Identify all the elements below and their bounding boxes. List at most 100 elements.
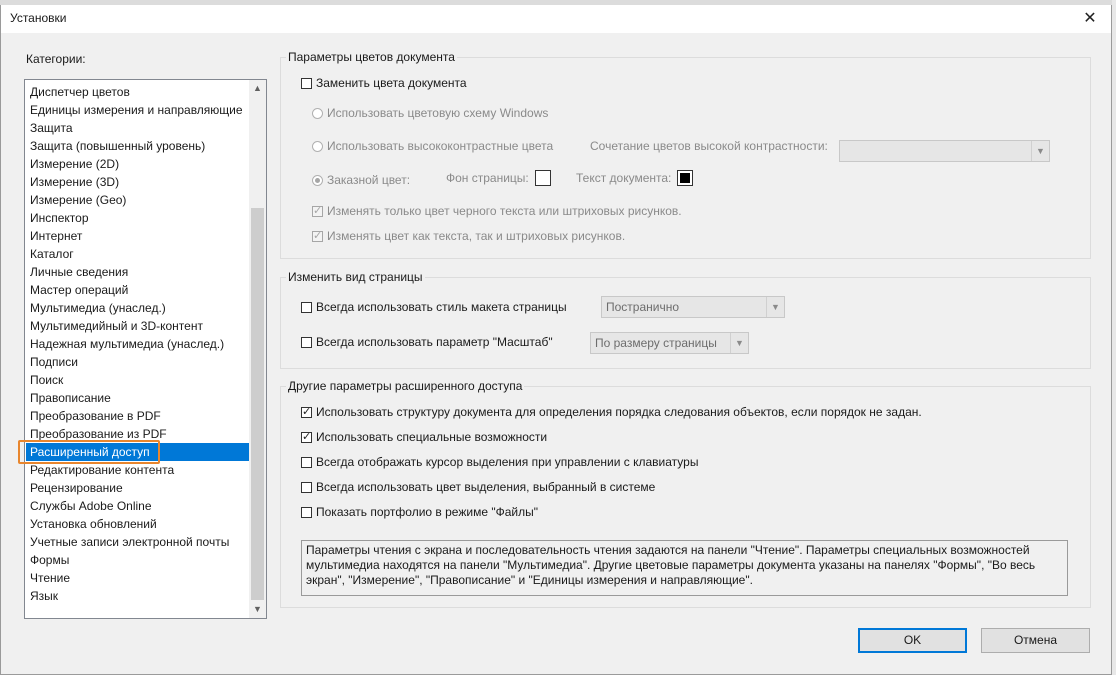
preferences-dialog: Установки ✕ Категории: ▲ ▼ Диспетчер цве… [0,5,1112,675]
ok-button[interactable]: OK [858,628,967,653]
always-zoom-label: Всегда использовать параметр "Масштаб" [316,335,553,349]
page-view-group: Изменить вид страницы [280,270,1091,369]
doc-colors-title: Параметры цветов документа [286,50,457,64]
category-item[interactable]: Чтение [26,569,249,587]
page-view-title: Изменить вид страницы [286,270,425,284]
high-contrast-combo-label: Сочетание цветов высокой контрастности: [590,139,828,153]
category-item[interactable]: Мультимедийный и 3D-контент [26,317,249,335]
category-item[interactable]: Надежная мультимедиа (унаслед.) [26,335,249,353]
scroll-thumb[interactable] [251,208,264,600]
checkbox-box[interactable] [301,301,312,313]
category-item[interactable]: Измерение (3D) [26,173,249,191]
radio-circle[interactable] [312,174,323,186]
show-cursor-label: Всегда отображать курсор выделения при у… [316,455,699,469]
only-black-text-checkbox[interactable]: Изменять только цвет черного текста или … [312,204,682,218]
doc-text-swatch[interactable] [677,170,694,186]
category-item[interactable]: Инспектор [26,209,249,227]
text-and-line-label: Изменять цвет как текста, так и штриховы… [327,229,626,243]
category-item[interactable]: Расширенный доступ [26,443,249,461]
category-item[interactable]: Интернет [26,227,249,245]
replace-colors-checkbox[interactable]: Заменить цвета документа [301,76,467,90]
use-structure-label: Использовать структуру документа для опр… [316,405,922,419]
category-item[interactable]: Диспетчер цветов [26,83,249,101]
category-item[interactable]: Правописание [26,389,249,407]
checkbox-box[interactable] [301,430,312,443]
show-cursor-checkbox[interactable]: Всегда отображать курсор выделения при у… [301,455,698,469]
radio-circle[interactable] [312,107,323,119]
category-item[interactable]: Преобразование из PDF [26,425,249,443]
cancel-button[interactable]: Отмена [981,628,1090,653]
checkbox-box[interactable] [301,506,312,518]
always-zoom-checkbox[interactable]: Всегда использовать параметр "Масштаб" [301,335,553,349]
only-black-text-label: Изменять только цвет черного текста или … [327,204,682,218]
checkbox-box[interactable] [301,336,312,348]
background-window-edge [1112,0,1116,675]
category-item[interactable]: Личные сведения [26,263,249,281]
custom-color-radio[interactable]: Заказной цвет: [312,173,410,187]
radio-circle[interactable] [312,140,323,152]
category-item[interactable]: Язык [26,587,249,605]
system-highlight-checkbox[interactable]: Всегда использовать цвет выделения, выбр… [301,480,655,494]
checkbox-box[interactable] [301,481,312,493]
layout-select-value: Постранично [606,300,680,314]
use-structure-checkbox[interactable]: Использовать структуру документа для опр… [301,405,922,419]
close-icon[interactable]: ✕ [1075,7,1105,31]
chevron-down-icon: ▼ [766,297,784,317]
category-item[interactable]: Службы Adobe Online [26,497,249,515]
custom-color-label: Заказной цвет: [327,173,411,187]
high-contrast-select[interactable]: ▼ [839,140,1050,162]
category-item[interactable]: Установка обновлений [26,515,249,533]
category-item[interactable]: Учетные записи электронной почты [26,533,249,551]
always-layout-checkbox[interactable]: Всегда использовать стиль макета страниц… [301,300,567,314]
category-item[interactable]: Подписи [26,353,249,371]
scroll-down-icon[interactable]: ▼ [249,601,266,618]
always-layout-label: Всегда использовать стиль макета страниц… [316,300,567,314]
category-item[interactable]: Единицы измерения и направляющие [26,101,249,119]
zoom-select[interactable]: По размеру страницы ▼ [590,332,749,354]
replace-colors-label: Заменить цвета документа [316,76,467,90]
page-bg-label: Фон страницы: [446,171,529,185]
high-contrast-radio[interactable]: Использовать высококонтрастные цвета [312,139,553,153]
categories-list[interactable]: ▲ ▼ Диспетчер цветов Единицы измерения и … [24,79,267,619]
high-contrast-label: Использовать высококонтрастные цвета [327,139,554,153]
category-item[interactable]: Преобразование в PDF [26,407,249,425]
categories-label: Категории: [26,52,86,66]
portfolio-files-checkbox[interactable]: Показать портфолио в режиме "Файлы" [301,505,538,519]
category-item[interactable]: Поиск [26,371,249,389]
title-bar: Установки ✕ [1,5,1111,33]
doc-text-control: Текст документа: [576,170,694,186]
category-item[interactable]: Мультимедиа (унаслед.) [26,299,249,317]
windows-scheme-label: Использовать цветовую схему Windows [327,106,549,120]
info-text-box: Параметры чтения с экрана и последовател… [301,540,1068,596]
dialog-title: Установки [10,11,67,25]
category-item[interactable]: Защита [26,119,249,137]
checkbox-box[interactable] [312,204,323,217]
checkbox-box[interactable] [312,229,323,242]
category-item[interactable]: Мастер операций [26,281,249,299]
category-item[interactable]: Защита (повышенный уровень) [26,137,249,155]
system-highlight-label: Всегда использовать цвет выделения, выбр… [316,480,656,494]
categories-scrollbar[interactable]: ▲ ▼ [249,80,266,618]
use-accessibility-label: Использовать специальные возможности [316,430,548,444]
page-bg-swatch[interactable] [534,170,551,186]
page-bg-control: Фон страницы: [446,170,551,186]
scroll-up-icon[interactable]: ▲ [249,80,266,97]
text-and-line-checkbox[interactable]: Изменять цвет как текста, так и штриховы… [312,229,625,243]
checkbox-box[interactable] [301,405,312,418]
windows-scheme-radio[interactable]: Использовать цветовую схему Windows [312,106,548,120]
chevron-down-icon: ▼ [730,333,748,353]
category-item[interactable]: Формы [26,551,249,569]
category-item[interactable]: Измерение (Geo) [26,191,249,209]
other-options-title: Другие параметры расширенного доступа [286,379,525,393]
checkbox-box[interactable] [301,456,312,468]
layout-select[interactable]: Постранично ▼ [601,296,785,318]
zoom-select-value: По размеру страницы [595,336,717,350]
chevron-down-icon: ▼ [1031,141,1049,161]
category-item[interactable]: Рецензирование [26,479,249,497]
use-accessibility-checkbox[interactable]: Использовать специальные возможности [301,430,547,444]
checkbox-box[interactable] [301,77,312,89]
category-item[interactable]: Измерение (2D) [26,155,249,173]
category-item[interactable]: Редактирование контента [26,461,249,479]
category-item[interactable]: Каталог [26,245,249,263]
doc-text-label: Текст документа: [576,171,672,185]
